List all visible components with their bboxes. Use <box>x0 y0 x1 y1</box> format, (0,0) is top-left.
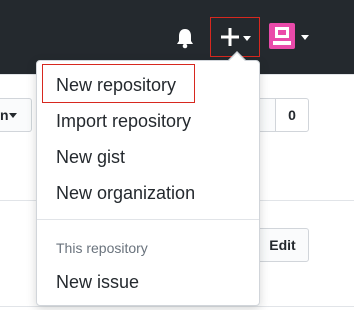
chevron-down-icon <box>243 36 251 41</box>
bell-icon[interactable] <box>175 27 195 49</box>
menu-item-new-issue[interactable]: New issue <box>56 270 139 294</box>
menu-item-import-repository[interactable]: Import repository <box>56 109 191 133</box>
menu-item-new-gist[interactable]: New gist <box>56 145 125 169</box>
avatar-chevron-down-icon <box>301 35 309 40</box>
edit-button[interactable]: Edit <box>256 228 309 262</box>
plus-icon <box>221 28 239 46</box>
dropdown-section-header: This repository <box>56 240 148 256</box>
repo-action-label: n <box>0 107 9 123</box>
dropdown-caret-fill <box>229 53 245 61</box>
star-count[interactable]: 0 <box>275 98 309 132</box>
dropdown-divider <box>37 219 259 220</box>
new-repository-highlight <box>42 64 195 103</box>
chevron-down-icon <box>9 113 17 118</box>
menu-item-new-organization[interactable]: New organization <box>56 181 195 205</box>
repo-action-button[interactable]: n <box>0 98 32 132</box>
user-avatar-icon[interactable] <box>269 23 295 49</box>
section-divider-bottom <box>0 306 354 307</box>
